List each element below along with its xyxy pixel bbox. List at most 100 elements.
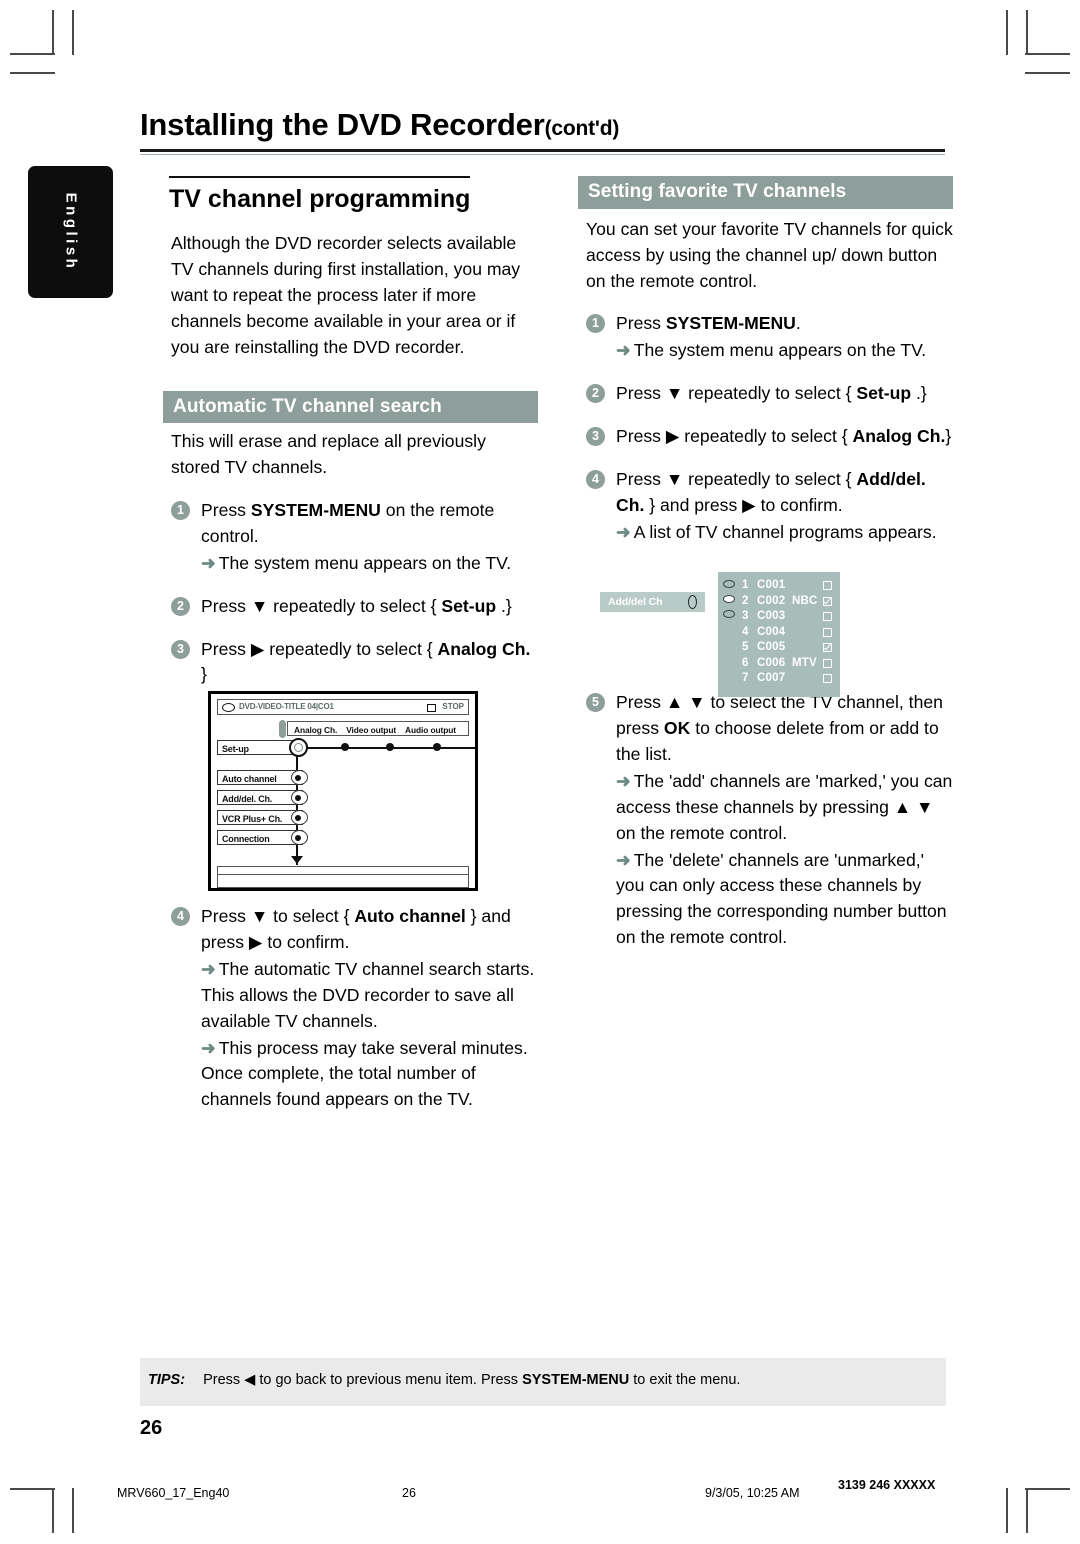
tv-node-dot (341, 743, 349, 751)
tv-menu-item-connection[interactable]: Connection (217, 830, 308, 845)
step-text-bold: SYSTEM-MENU (665, 313, 796, 334)
tips-text: TIPS: Press ◀ to go back to previous menu… (140, 1358, 946, 1388)
tv-tab-audio[interactable]: Audio output (405, 725, 456, 735)
step-number: 1 (171, 501, 190, 521)
step-result: ➜ The system menu appears on the TV. (201, 551, 538, 577)
tv-vertical-connector (296, 747, 298, 865)
step-text-pre: Press ▼ repeatedly to select { (616, 468, 857, 489)
node-knob-icon (688, 595, 697, 609)
channel-network: NBC (792, 594, 818, 607)
channel-list-panel: 1 C001 2 C002 NBC 3 C003 4 C004 5 C005 6… (718, 572, 840, 697)
manual-page: English Installing the DVD Recorder(cont… (0, 0, 1080, 1544)
step-text-post: . (795, 313, 801, 334)
channel-code: C001 (757, 579, 786, 591)
step-text-post: } (945, 426, 952, 446)
right-intro: You can set your favorite TV channels fo… (586, 218, 953, 291)
channel-row[interactable]: 6 C006 MTV (718, 657, 840, 673)
right-step-5: 5 Press ▲ ▼ to select the TV channel, th… (586, 690, 953, 951)
tv-info-bar-2 (217, 874, 469, 888)
channel-index: 5 (742, 641, 749, 653)
crop-mark-top-right-h (1025, 53, 1070, 55)
left-heading-wrap: TV channel programming (163, 176, 538, 217)
automatic-search-bar: Automatic TV channel search (163, 390, 538, 424)
channel-index: 4 (742, 625, 749, 638)
left-step-2: 2 Press ▼ repeatedly to select { Set-up … (171, 594, 538, 620)
node-knob-icon (291, 830, 308, 845)
channel-checkbox[interactable] (823, 581, 832, 590)
tv-menu-item-label: Set-up (222, 743, 249, 754)
tv-menu-item-add-del-ch[interactable]: Add/del. Ch. (217, 790, 308, 805)
tips-label: TIPS: (148, 1372, 186, 1388)
title-rule (140, 148, 945, 155)
step-result-text: The automatic TV channel search starts. … (201, 958, 535, 1031)
step-number: 2 (586, 384, 605, 404)
arrow-right-icon: ➜ (616, 849, 631, 870)
step-number: 2 (171, 596, 190, 616)
add-del-ch-tag[interactable]: Add/del Ch (600, 592, 705, 612)
step-text-bold: Auto channel (354, 906, 466, 927)
tv-node-dot (386, 743, 394, 751)
right-step-4: 4 Press ▼ repeatedly to select { Add/del… (586, 467, 953, 546)
right-step-2: 2 Press ▼ repeatedly to select { Set-up … (586, 381, 953, 407)
step-result-text: The 'add' channels are 'marked,' you can… (616, 771, 953, 843)
left-section-intro: This will erase and replace all previous… (171, 431, 486, 478)
arrow-right-icon: ➜ (616, 521, 631, 542)
crop-mark-top-right-v (1026, 10, 1028, 55)
channel-index: 2 (742, 594, 749, 607)
channel-row[interactable]: 7 C007 (718, 672, 840, 688)
channel-checkbox[interactable] (823, 674, 832, 683)
node-knob-icon (291, 810, 308, 825)
channel-checkbox[interactable] (823, 658, 832, 668)
step-result: ➜ The 'add' channels are 'marked,' you ca… (616, 769, 953, 847)
tv-tab-analog[interactable]: Analog Ch. (294, 725, 337, 735)
channel-row[interactable]: 1 C001 (718, 579, 840, 595)
tv-tab-video[interactable]: Video output (346, 725, 396, 735)
channel-index: 3 (742, 610, 749, 622)
disc-icon (222, 703, 235, 712)
step-result-2: ➜ The 'delete' channels are 'unmarked,' y… (616, 848, 953, 951)
step-text-pre: Press ▼ repeatedly to select { (201, 595, 442, 616)
footer-filename: MRV660_17_Eng40 (117, 1486, 230, 1500)
channel-checkbox[interactable] (823, 612, 832, 621)
channel-checkbox[interactable] (823, 596, 832, 606)
channel-code: C006 (757, 656, 786, 669)
tv-menu-diagram: DVD-VIDEO-TITLE 04|CO1 STOP Analog Ch. Vi… (208, 691, 478, 891)
tv-tab-row: Analog Ch. Video output Audio output (287, 721, 469, 736)
left-intro: Although the DVD recorder selects availa… (171, 233, 521, 357)
tv-menu-item-auto-channel[interactable]: Auto channel (217, 770, 308, 785)
crop-mark-top-left-bleed-v (72, 10, 74, 55)
channel-row[interactable]: 4 C004 (718, 626, 840, 642)
step-text-pre: Press ▶ repeatedly to select { (201, 638, 438, 659)
arrow-right-icon: ➜ (201, 958, 216, 979)
left-column: TV channel programming Although the DVD … (163, 176, 538, 1113)
chevron-down-icon (291, 856, 303, 864)
step-text-pre: Press ▼ repeatedly to select { (616, 383, 857, 404)
right-column: Setting favorite TV channels You can set… (578, 176, 953, 951)
channel-checkbox[interactable] (823, 643, 832, 652)
node-knob-icon (291, 790, 308, 805)
channel-row[interactable]: 3 C003 (718, 610, 840, 626)
print-footer: MRV660_17_Eng40 26 9/3/05, 10:25 AM 3139… (0, 1478, 1080, 1508)
step-result: ➜ A list of TV channel programs appears. (616, 520, 953, 546)
step-text-post: .} (911, 383, 927, 404)
add-del-ch-label: Add/del Ch (608, 596, 663, 608)
channel-code: C004 (757, 625, 786, 638)
step-text-pre: Press ▶ repeatedly to select { (616, 426, 853, 446)
tv-node-dot (433, 743, 441, 751)
step-text-bold: OK (663, 718, 691, 739)
channel-row[interactable]: 5 C005 (718, 641, 840, 657)
step-number: 1 (586, 314, 605, 334)
crop-mark-top-left-h (10, 53, 55, 55)
channel-checkbox[interactable] (823, 627, 832, 637)
channel-network: MTV (792, 656, 817, 669)
crop-mark-top-right-bleed-h (1025, 72, 1070, 74)
channel-code: C007 (757, 672, 786, 684)
step-result-text: A list of TV channel programs appears. (633, 521, 937, 542)
step-text-post: } (201, 664, 207, 685)
disc-label: DVD-VIDEO-TITLE 04|CO1 (239, 702, 334, 711)
crop-mark-top-right-bleed-v (1006, 10, 1008, 55)
channel-row[interactable]: 2 C002 NBC (718, 595, 840, 611)
step-result-text: The system menu appears on the TV. (218, 552, 512, 573)
tv-menu-item-vcr-plus-ch[interactable]: VCR Plus+ Ch. (217, 810, 308, 825)
